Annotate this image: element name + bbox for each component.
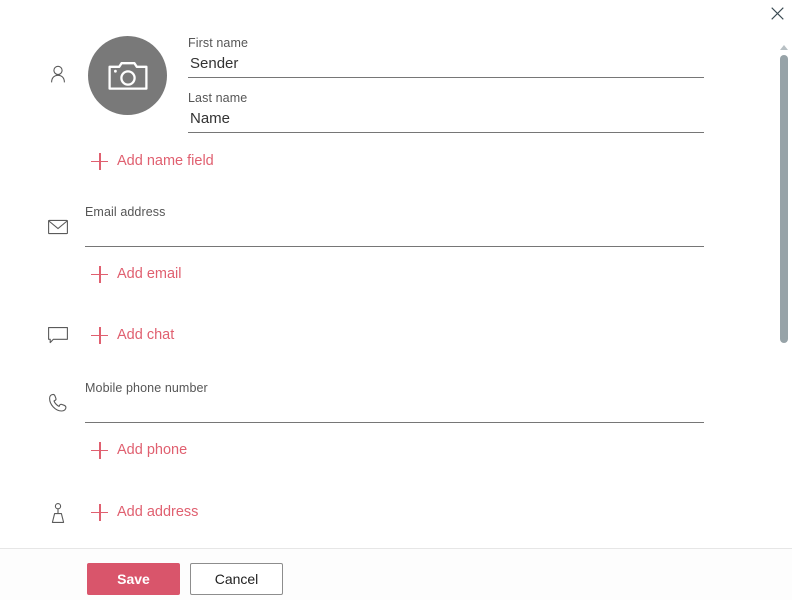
envelope-icon xyxy=(44,213,72,241)
mobile-phone-label: Mobile phone number xyxy=(85,381,208,395)
camera-icon xyxy=(107,59,148,93)
plus-icon xyxy=(91,152,108,170)
add-phone-label: Add phone xyxy=(117,441,188,458)
avatar-photo-button[interactable] xyxy=(88,36,167,115)
chat-section: Add chat xyxy=(0,322,776,356)
add-email-button[interactable]: Add email xyxy=(91,262,181,286)
last-name-field: Last name xyxy=(188,91,704,133)
plus-icon xyxy=(91,503,108,521)
first-name-input[interactable] xyxy=(188,54,704,78)
plus-icon xyxy=(91,441,108,459)
add-name-field-label: Add name field xyxy=(117,152,214,169)
scroll-up-button[interactable] xyxy=(776,38,792,56)
first-name-field: First name xyxy=(188,36,704,78)
first-name-label: First name xyxy=(188,36,249,50)
contact-form-scroll-area: First name Last name Add name field Emai… xyxy=(0,0,776,548)
mobile-phone-input[interactable] xyxy=(85,399,704,423)
add-address-label: Add address xyxy=(117,503,199,520)
email-address-label: Email address xyxy=(85,205,166,219)
add-chat-label: Add chat xyxy=(117,326,175,343)
email-address-input[interactable] xyxy=(85,223,704,247)
email-section: Email address Add email xyxy=(0,205,776,295)
add-email-label: Add email xyxy=(117,265,182,282)
save-button[interactable]: Save xyxy=(87,563,180,595)
name-section: First name Last name Add name field xyxy=(0,0,776,170)
email-address-field: Email address xyxy=(85,205,704,247)
person-icon xyxy=(44,60,72,88)
chevron-up-icon xyxy=(780,44,788,50)
vertical-scrollbar[interactable] xyxy=(776,26,792,553)
add-phone-button[interactable]: Add phone xyxy=(91,438,187,462)
footer-action-bar: Save Cancel xyxy=(0,549,792,600)
phone-section: Mobile phone number Add phone xyxy=(0,381,776,471)
mobile-phone-field: Mobile phone number xyxy=(85,381,704,423)
address-marker-icon xyxy=(44,499,72,527)
phone-icon xyxy=(44,389,72,417)
last-name-label: Last name xyxy=(188,91,248,105)
cancel-button[interactable]: Cancel xyxy=(190,563,283,595)
address-section: Add address xyxy=(0,499,776,533)
plus-icon xyxy=(91,265,108,283)
scrollbar-thumb[interactable] xyxy=(780,55,788,343)
chat-bubble-icon xyxy=(44,322,72,350)
add-chat-button[interactable]: Add chat xyxy=(91,323,174,347)
add-address-button[interactable]: Add address xyxy=(91,500,198,524)
plus-icon xyxy=(91,326,108,344)
last-name-input[interactable] xyxy=(188,109,704,133)
add-name-field-button[interactable]: Add name field xyxy=(91,149,214,173)
